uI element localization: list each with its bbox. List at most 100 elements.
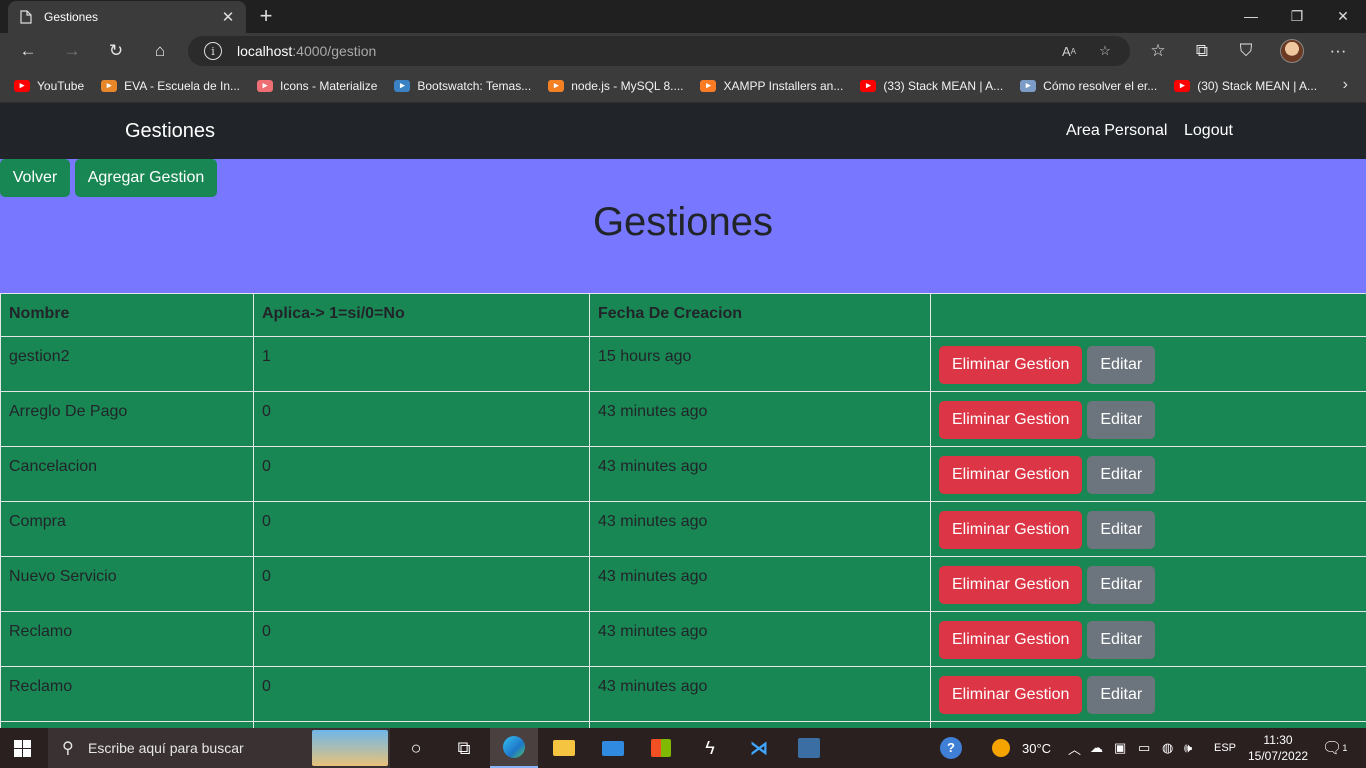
- nav-link-area-personal[interactable]: Area Personal: [1066, 122, 1167, 140]
- delete-gestion-button[interactable]: Eliminar Gestion: [939, 676, 1083, 714]
- gestiones-table: Nombre Aplica-> 1=si/0=No Fecha De Creac…: [0, 293, 1366, 728]
- column-header-fecha: Fecha De Creacion: [589, 293, 931, 337]
- bookmark-item[interactable]: ▸ XAMPP Installers an...: [700, 79, 843, 93]
- bookmark-item[interactable]: ▸ EVA - Escuela de In...: [101, 79, 240, 93]
- bookmarks-bar: ▸ YouTube ▸ EVA - Escuela de In... ▸ Icons - …: [0, 69, 1366, 103]
- home-icon[interactable]: ⌂: [145, 37, 175, 65]
- navbar-brand[interactable]: Gestiones: [125, 120, 215, 143]
- cell-actions: Eliminar Gestion Editar: [930, 446, 1366, 502]
- cell-fecha: 43 minutes ago: [589, 666, 931, 722]
- forward-arrow-icon[interactable]: →: [57, 37, 87, 65]
- cell-nombre: Arreglo De Pago: [0, 391, 254, 447]
- address-bar[interactable]: i localhost:4000/gestion AA ☆: [188, 36, 1130, 66]
- edit-gestion-button[interactable]: Editar: [1087, 566, 1156, 604]
- cortana-icon[interactable]: ○: [392, 728, 440, 768]
- back-arrow-icon[interactable]: ←: [13, 37, 43, 65]
- weather-widget[interactable]: 30°C: [992, 728, 1051, 768]
- notifications-icon[interactable]: 🗨 1: [1322, 728, 1347, 768]
- new-tab-button[interactable]: +: [254, 3, 278, 29]
- youtube-icon: ▸: [1174, 79, 1191, 92]
- bookmarks-more-chevron-icon[interactable]: ›: [1343, 76, 1348, 94]
- edit-gestion-button[interactable]: Editar: [1087, 346, 1156, 384]
- page-title: Gestiones: [592, 200, 774, 244]
- profile-avatar[interactable]: [1280, 39, 1304, 63]
- bookmark-item[interactable]: ▸ node.js - MySQL 8....: [548, 79, 683, 93]
- browser-essentials-icon[interactable]: ⛉: [1231, 37, 1261, 65]
- delete-gestion-button[interactable]: Eliminar Gestion: [939, 566, 1083, 604]
- windows-taskbar: ⚲ Escribe aquí para buscar ○ ⧉ ϟ ⋊ ? 30°…: [0, 728, 1366, 768]
- bookmark-item[interactable]: ▸ Icons - Materialize: [257, 79, 377, 93]
- bookmark-item[interactable]: ▸ Bootswatch: Temas...: [394, 79, 531, 93]
- back-button[interactable]: Volver: [0, 159, 70, 197]
- column-header-actions: [930, 293, 1366, 337]
- temperature: 30°C: [1022, 740, 1052, 756]
- bookmark-item[interactable]: ▸ Cómo resolver el er...: [1020, 79, 1157, 93]
- bookmark-item[interactable]: ▸ (30) Stack MEAN | A...: [1174, 79, 1317, 93]
- nav-link-logout[interactable]: Logout: [1184, 122, 1233, 140]
- mail-icon[interactable]: [589, 728, 637, 768]
- browser-tab-strip: Gestiones ✕ + — ❐ ✕: [0, 0, 1366, 33]
- site-info-icon[interactable]: i: [204, 42, 222, 60]
- security-icon[interactable]: ▣: [1114, 728, 1126, 768]
- favorites-icon[interactable]: ☆: [1143, 37, 1173, 65]
- cell-actions: Eliminar Gestion Editar: [930, 666, 1366, 722]
- battery-icon[interactable]: ▭: [1138, 728, 1150, 768]
- task-view-icon[interactable]: ⧉: [440, 728, 488, 768]
- terminal-app-icon[interactable]: ϟ: [686, 728, 734, 768]
- edit-gestion-button[interactable]: Editar: [1087, 401, 1156, 439]
- stackoverflow-icon: ▸: [548, 79, 565, 92]
- onedrive-icon[interactable]: ☁: [1090, 728, 1103, 768]
- vscode-icon[interactable]: ⋊: [735, 728, 783, 768]
- network-icon[interactable]: ◍: [1162, 728, 1173, 768]
- volume-icon[interactable]: 🕪: [1184, 728, 1192, 768]
- column-header-aplica: Aplica-> 1=si/0=No: [253, 293, 590, 337]
- table-row: Nuevo Servicio 0 43 minutes ago Eliminar Ge…: [0, 556, 1366, 612]
- delete-gestion-button[interactable]: Eliminar Gestion: [939, 456, 1083, 494]
- delete-gestion-button[interactable]: Eliminar Gestion: [939, 511, 1083, 549]
- delete-gestion-button[interactable]: Eliminar Gestion: [939, 621, 1083, 659]
- bookmark-item[interactable]: ▸ (33) Stack MEAN | A...: [860, 79, 1003, 93]
- delete-gestion-button[interactable]: Eliminar Gestion: [939, 346, 1083, 384]
- edit-gestion-button[interactable]: Editar: [1087, 621, 1156, 659]
- cell-nombre: Nuevo Servicio: [0, 556, 254, 612]
- mysql-workbench-icon[interactable]: [785, 728, 833, 768]
- bookmark-label: Bootswatch: Temas...: [417, 78, 532, 93]
- page-icon: [18, 9, 34, 25]
- add-gestion-button[interactable]: Agregar Gestion: [75, 159, 217, 197]
- tray-chevron-icon[interactable]: ︿: [1068, 728, 1081, 768]
- windows-start-icon[interactable]: [14, 740, 31, 757]
- language-indicator[interactable]: ESP: [1214, 728, 1236, 768]
- reload-icon[interactable]: ↻: [101, 37, 131, 65]
- cell-nombre: Reclamo: [0, 611, 254, 667]
- clock-time: 11:30: [1263, 733, 1293, 747]
- browser-tab[interactable]: Gestiones ✕: [8, 1, 246, 33]
- file-explorer-icon[interactable]: [540, 728, 588, 768]
- close-tab-icon[interactable]: ✕: [220, 9, 236, 26]
- edit-gestion-button[interactable]: Editar: [1087, 511, 1156, 549]
- collections-icon[interactable]: ⧉: [1187, 37, 1217, 65]
- more-menu-icon[interactable]: ···: [1323, 37, 1353, 65]
- add-favorite-icon[interactable]: ☆: [1094, 41, 1116, 61]
- store-icon[interactable]: [637, 728, 685, 768]
- cell-nombre: Compra: [0, 501, 254, 557]
- read-aloud-icon[interactable]: AA: [1058, 41, 1080, 61]
- minimize-icon[interactable]: —: [1228, 0, 1274, 32]
- close-window-icon[interactable]: ✕: [1320, 0, 1366, 32]
- help-icon[interactable]: ?: [940, 728, 962, 768]
- eva-icon: ▸: [101, 79, 118, 92]
- edit-gestion-button[interactable]: Editar: [1087, 456, 1156, 494]
- table-row: Cancelacion 0 43 minutes ago Eliminar Gesti…: [0, 446, 1366, 502]
- bookmark-label: XAMPP Installers an...: [723, 78, 844, 93]
- edit-gestion-button[interactable]: Editar: [1087, 676, 1156, 714]
- taskbar-search-box[interactable]: ⚲ Escribe aquí para buscar: [48, 728, 390, 768]
- table-row: Reclamo 0 43 minutes ago Eliminar Gestion Ed…: [0, 611, 1366, 667]
- cell-fecha: 15 hours ago: [589, 336, 931, 392]
- bookmark-item[interactable]: ▸ YouTube: [14, 79, 84, 93]
- column-header-nombre: Nombre: [0, 293, 254, 337]
- cell-actions: Eliminar Gestion Editar: [930, 336, 1366, 392]
- taskbar-clock[interactable]: 11:30 15/07/2022: [1248, 732, 1308, 764]
- delete-gestion-button[interactable]: Eliminar Gestion: [939, 401, 1083, 439]
- edge-browser-icon[interactable]: [490, 728, 538, 768]
- cell-nombre: Reclamo: [0, 666, 254, 722]
- restore-icon[interactable]: ❐: [1274, 0, 1320, 32]
